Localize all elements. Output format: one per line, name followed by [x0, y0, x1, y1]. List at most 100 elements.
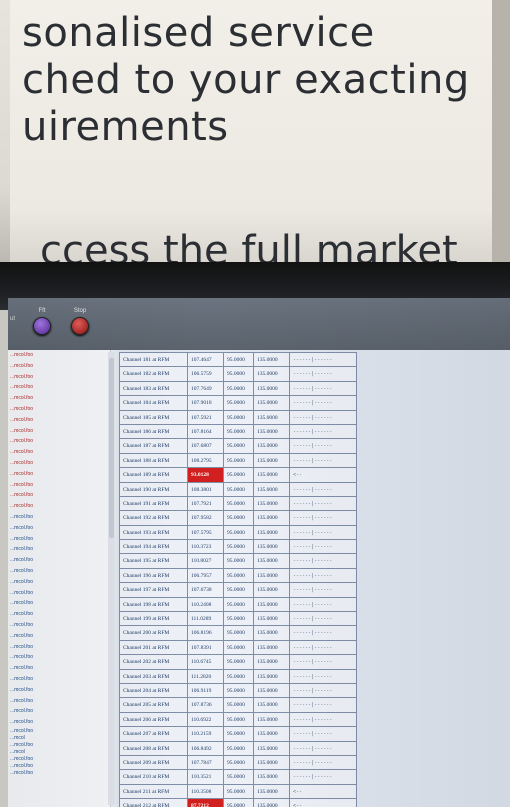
sidebar-item[interactable]: ...mcol.foo: [8, 770, 110, 777]
sidebar-item[interactable]: ...mcol.foo: [8, 642, 110, 653]
stop-button[interactable]: Stop: [60, 308, 100, 335]
table-row[interactable]: Channel 206 at RFM 110.6922 95.0000 135.000…: [119, 711, 357, 727]
sidebar-item[interactable]: ...mcol: [8, 749, 110, 756]
table-row[interactable]: Channel 205 at RFM 107.8736 95.0000 135.000…: [119, 697, 357, 712]
channel-max-cell: 135.0000: [253, 726, 289, 741]
table-row[interactable]: Channel 181 at RFM 107.4647 95.0000 135.000…: [119, 352, 357, 367]
sidebar-item[interactable]: ...mcol.foo: [8, 631, 110, 642]
table-row[interactable]: Channel 188 at RFM 108.2795 95.0000 135.000…: [119, 452, 357, 468]
poster-line-1: sonalised service: [22, 10, 375, 56]
channel-value-cell: 107.9582: [187, 510, 223, 525]
sidebar-item[interactable]: ...mcol.foo: [8, 534, 110, 545]
table-row[interactable]: Channel 203 at RFM 111.2820 95.0000 135.000…: [119, 668, 357, 683]
sidebar-item[interactable]: ...mcol.foo: [8, 415, 110, 426]
channel-indicator-cell: ------|------: [289, 639, 357, 655]
channel-name-cell: Channel 205 at RFM: [119, 697, 187, 712]
sidebar-item[interactable]: ...mcol.foo: [8, 685, 110, 696]
table-row[interactable]: Channel 190 at RFM 108.3801 95.0000 135.000…: [119, 481, 357, 496]
sidebar-item[interactable]: ...mcol.foo: [8, 393, 110, 404]
channel-value-cell: 106.9119: [187, 682, 223, 698]
table-row[interactable]: Channel 201 at RFM 107.8391 95.0000 135.000…: [119, 639, 357, 655]
table-row[interactable]: Channel 210 at RFM 110.3521 95.0000 135.000…: [119, 769, 357, 784]
channel-indicator-cell: ------|------: [289, 769, 357, 784]
table-row[interactable]: Channel 193 at RFM 107.5795 95.0000 135.000…: [119, 524, 357, 540]
sidebar-item[interactable]: ...mcol.foo: [8, 756, 110, 763]
table-row[interactable]: Channel 183 at RFM 107.7649 95.0000 135.000…: [119, 380, 357, 396]
sidebar-item[interactable]: ...mcol: [8, 735, 110, 742]
table-row[interactable]: Channel 211 at RFM 110.3508 95.0000 135.000…: [119, 783, 357, 799]
table-row[interactable]: Channel 207 at RFM 110.2159 95.0000 135.000…: [119, 726, 357, 741]
table-row[interactable]: Channel 195 at RFM 110.8027 95.0000 135.000…: [119, 553, 357, 568]
sidebar-item[interactable]: ...mcol.foo: [8, 696, 110, 707]
sidebar-item[interactable]: ...mcol.foo: [8, 742, 110, 749]
sidebar-item[interactable]: ...mcol.foo: [8, 382, 110, 393]
sidebar-item[interactable]: ...mcol.foo: [8, 426, 110, 437]
sidebar-item[interactable]: ...mcol.foo: [8, 717, 110, 728]
channel-min-cell: 95.0000: [223, 395, 253, 410]
sidebar-item[interactable]: ...mcol.foo: [8, 620, 110, 631]
table-row[interactable]: Channel 202 at RFM 110.6745 95.0000 135.000…: [119, 654, 357, 669]
sidebar-item[interactable]: ...mcol.foo: [8, 490, 110, 501]
sidebar-item[interactable]: ...mcol.foo: [8, 469, 110, 480]
sidebar-item[interactable]: ...mcol.foo: [8, 350, 110, 361]
table-row[interactable]: Channel 186 at RFM 107.8164 95.0000 135.000…: [119, 423, 357, 439]
table-row[interactable]: Channel 187 at RFM 107.6807 95.0000 135.000…: [119, 438, 357, 453]
sidebar-item[interactable]: ...mcol.foo: [8, 512, 110, 523]
sidebar-item[interactable]: ...mcol.foo: [8, 404, 110, 415]
sidebar-item[interactable]: ...mcol.foo: [8, 598, 110, 609]
sidebar-item[interactable]: ...mcol.foo: [8, 501, 110, 512]
table-row[interactable]: Channel 204 at RFM 106.9119 95.0000 135.000…: [119, 682, 357, 698]
sidebar-item[interactable]: ...mcol.foo: [8, 577, 110, 588]
sidebar-item[interactable]: ...mcol.foo: [8, 544, 110, 555]
poster-headline: sonalised service ched to your exacting …: [22, 10, 470, 151]
sidebar-item[interactable]: ...mcol.foo: [8, 566, 110, 577]
channel-name-cell: Channel 195 at RFM: [119, 553, 187, 568]
channel-indicator-cell: ------|------: [289, 481, 357, 496]
table-row[interactable]: Channel 184 at RFM 107.9018 95.0000 135.000…: [119, 395, 357, 410]
table-row[interactable]: Channel 189 at RFM 93.0128 95.0000 135.0000…: [119, 467, 357, 482]
sidebar-item[interactable]: ...mcol.foo: [8, 609, 110, 620]
table-row[interactable]: Channel 182 at RFM 106.5759 95.0000 135.000…: [119, 366, 357, 381]
table-row[interactable]: Channel 212 at RFM 87.7212 95.0000 135.0000…: [119, 798, 357, 807]
table-row[interactable]: Channel 185 at RFM 107.5921 95.0000 135.000…: [119, 409, 357, 424]
channel-max-cell: 135.0000: [253, 481, 289, 496]
sidebar-item[interactable]: ...mcol.foo: [8, 763, 110, 770]
sidebar-item[interactable]: ...mcol.foo: [8, 436, 110, 447]
sidebar-item[interactable]: ...mcol.foo: [8, 361, 110, 372]
channel-name-cell: Channel 202 at RFM: [119, 654, 187, 669]
fft-button[interactable]: Fft: [22, 308, 62, 335]
channel-name-cell: Channel 183 at RFM: [119, 380, 187, 396]
sidebar-item[interactable]: ...mcol.foo: [8, 372, 110, 383]
channel-min-cell: 95.0000: [223, 798, 253, 807]
table-row[interactable]: Channel 194 at RFM 110.3723 95.0000 135.000…: [119, 539, 357, 554]
sidebar-item[interactable]: ...mcol.foo: [8, 555, 110, 566]
sidebar-item[interactable]: ...mcol.foo: [8, 480, 110, 491]
sidebar-item[interactable]: ...mcol.foo: [8, 523, 110, 534]
table-row[interactable]: Channel 192 at RFM 107.9582 95.0000 135.000…: [119, 510, 357, 525]
channel-indicator-cell: ------|------: [289, 668, 357, 683]
table-row[interactable]: Channel 209 at RFM 107.7847 95.0000 135.000…: [119, 754, 357, 770]
sidebar-item[interactable]: ...mcol.foo: [8, 663, 110, 674]
sidebar-item[interactable]: ...mcol.foo: [8, 674, 110, 685]
table-row[interactable]: Channel 191 at RFM 107.7921 95.0000 135.000…: [119, 495, 357, 511]
table-row[interactable]: Channel 200 at RFM 106.8196 95.0000 135.000…: [119, 625, 357, 640]
channel-name-cell: Channel 201 at RFM: [119, 639, 187, 655]
channel-name-cell: Channel 200 at RFM: [119, 625, 187, 640]
sidebar-item[interactable]: ...mcol.foo: [8, 458, 110, 469]
channel-max-cell: 135.0000: [253, 711, 289, 727]
channel-value-cell: 107.6738: [187, 582, 223, 597]
sidebar-item[interactable]: ...mcol.foo: [8, 728, 110, 735]
channel-max-cell: 135.0000: [253, 654, 289, 669]
table-row[interactable]: Channel 199 at RFM 111.0289 95.0000 135.000…: [119, 611, 357, 626]
sidebar-item[interactable]: ...mcol.foo: [8, 652, 110, 663]
table-row[interactable]: Channel 197 at RFM 107.6738 95.0000 135.000…: [119, 582, 357, 597]
table-row[interactable]: Channel 208 at RFM 106.8492 95.0000 135.000…: [119, 740, 357, 755]
sidebar-item[interactable]: ...mcol.foo: [8, 447, 110, 458]
sidebar-scroll-thumb[interactable]: [109, 358, 114, 538]
table-row[interactable]: Channel 196 at RFM 106.7957 95.0000 135.000…: [119, 567, 357, 583]
sidebar-item[interactable]: ...mcol.foo: [8, 588, 110, 599]
channel-min-cell: 95.0000: [223, 682, 253, 698]
sidebar-item[interactable]: ...mcol.foo: [8, 706, 110, 717]
channel-table-area: Channel 181 at RFM 107.4647 95.0000 135.000…: [116, 350, 510, 807]
table-row[interactable]: Channel 198 at RFM 110.2408 95.0000 135.000…: [119, 596, 357, 612]
